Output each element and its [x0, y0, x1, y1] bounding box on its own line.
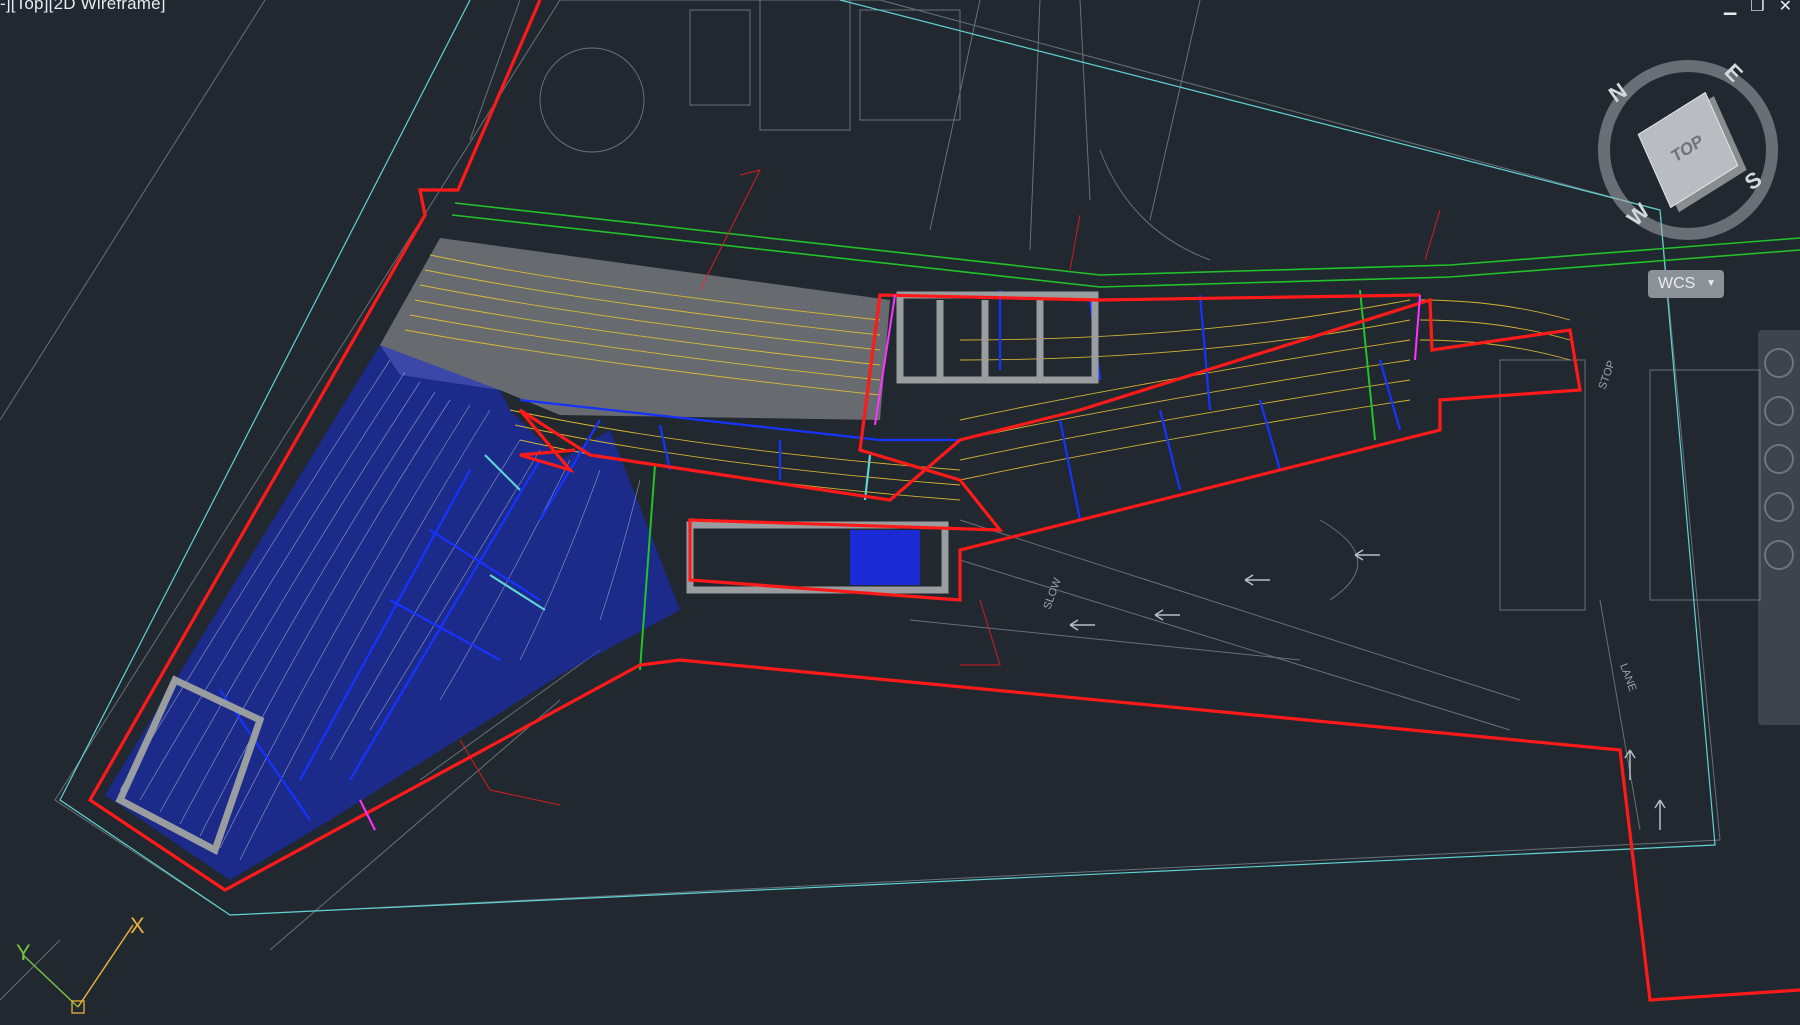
zoom-icon[interactable] [1764, 444, 1794, 474]
road-label-slow: SLOW [1042, 576, 1065, 611]
viewcube[interactable]: N E S W TOP [1598, 59, 1778, 240]
drawing-canvas[interactable]: STOP SLOW LANE [0, 0, 1800, 1025]
viewport-window-controls: ▁ ❐ ✕ [1724, 0, 1792, 15]
road-label-lane: LANE [1617, 662, 1638, 693]
ucs-x-label: X [130, 915, 145, 938]
orbit-icon[interactable] [1764, 492, 1794, 522]
pan-icon[interactable] [1764, 396, 1794, 426]
chevron-down-icon: ▼ [1706, 278, 1716, 289]
road-markings [1069, 549, 1666, 830]
ucs-menu-label: WCS [1658, 275, 1696, 292]
close-icon[interactable]: ✕ [1779, 0, 1792, 15]
ucs-menu-button[interactable]: WCS ▼ [1648, 270, 1724, 298]
restore-icon[interactable]: ❐ [1750, 0, 1764, 15]
navigation-bar [1758, 330, 1800, 725]
viewport-controls-label[interactable]: -][Top][2D Wireframe] [0, 0, 166, 14]
road-label-stop: STOP [1597, 359, 1618, 391]
minimize-icon[interactable]: ▁ [1724, 0, 1736, 15]
ucs-y-label: Y [16, 940, 31, 965]
showmotion-icon[interactable] [1764, 540, 1794, 570]
steering-wheel-icon[interactable] [1764, 348, 1794, 378]
viewcube-face-label: TOP [1668, 130, 1706, 167]
ucs-icon: X Y [16, 915, 145, 1014]
